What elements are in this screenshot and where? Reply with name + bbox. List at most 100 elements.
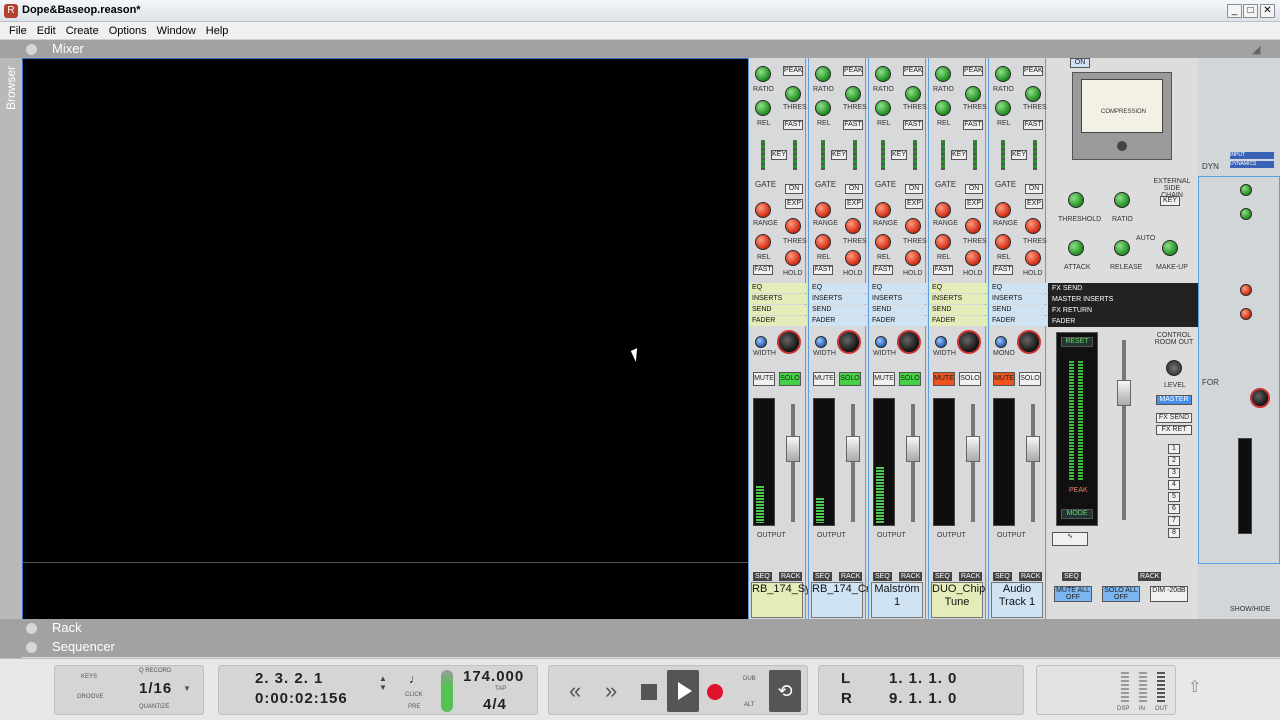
range-knob[interactable] [875,202,891,218]
hold-knob[interactable] [1025,250,1041,266]
channel-fader-track[interactable] [786,404,800,522]
fx-send-header[interactable]: FX SEND [1048,283,1198,294]
pan-knob[interactable] [1017,330,1041,354]
output-select[interactable]: OUTPUT [997,532,1026,539]
gate-threshold-knob[interactable] [845,218,861,234]
time-signature[interactable]: 4/4 [483,696,507,713]
gate-release-knob[interactable] [755,234,771,250]
maximize-button[interactable]: □ [1243,4,1258,18]
right-locator-value[interactable]: 9. 1. 1. 0 [889,690,957,707]
eq-section-header[interactable]: EQ [809,283,867,293]
hold-knob[interactable] [845,250,861,266]
output-select[interactable]: OUTPUT [817,532,846,539]
gate-release-knob[interactable] [815,234,831,250]
browser-side-tab[interactable]: Browser [0,58,22,620]
width-knob[interactable] [815,336,827,348]
channel-fader-track[interactable] [1026,404,1040,522]
mute-button[interactable]: MUTE [813,372,835,386]
gate-on-button[interactable]: ON [785,184,803,194]
solo-button[interactable]: SOLO [1019,372,1041,386]
attack-knob[interactable] [1068,240,1084,256]
comp-key-button[interactable]: KEY [891,150,907,160]
gate-threshold-knob[interactable] [1025,218,1041,234]
solo-button[interactable]: SOLO [959,372,981,386]
comp-peak-button[interactable]: PEAK [903,66,923,76]
keys-button[interactable]: KEYS [81,674,97,680]
gate-exp-button[interactable]: EXP [845,199,863,209]
dyn-knob-icon[interactable] [1240,208,1252,220]
menu-options[interactable]: Options [104,22,152,40]
channel-name-label[interactable]: RB_174_Syncbeat05 [751,582,856,618]
dyn-knob-icon[interactable] [1240,184,1252,196]
rewind-button[interactable]: « [569,678,581,704]
inserts-section-header[interactable]: INSERTS [869,294,927,304]
left-locator-value[interactable]: 1. 1. 1. 0 [889,670,957,687]
channel-name-label[interactable]: RB_174_Crushedloba [811,582,920,618]
channel-fader-track[interactable] [966,404,980,522]
comp-peak-button[interactable]: PEAK [963,66,983,76]
gate-exp-button[interactable]: EXP [785,199,803,209]
play-button[interactable] [667,670,699,712]
chevron-down-icon[interactable]: ▼ [183,684,191,693]
fast-forward-button[interactable]: » [605,678,617,704]
range-knob[interactable] [755,202,771,218]
send-section-header[interactable]: SEND [929,305,987,315]
inserts-section-header[interactable]: INSERTS [749,294,807,304]
comp-knob[interactable] [815,66,831,82]
bus-number-button[interactable]: 7 [1168,516,1180,526]
eq-section-header[interactable]: EQ [749,283,807,293]
comp-key-button[interactable]: KEY [831,150,847,160]
menu-edit[interactable]: Edit [32,22,61,40]
range-knob[interactable] [815,202,831,218]
pan-knob[interactable] [837,330,861,354]
ratio-knob[interactable] [1114,192,1130,208]
comp-key-button[interactable]: KEY [771,150,787,160]
comp-fast-button[interactable]: FAST [903,120,923,130]
pan-knob[interactable] [897,330,921,354]
gate-fast-button[interactable]: FAST [873,265,893,275]
ratio-knob[interactable] [965,86,981,102]
comp-knob[interactable] [755,66,771,82]
gate-fast-button[interactable]: FAST [753,265,773,275]
dyn-knob-icon[interactable] [1240,308,1252,320]
groove-button[interactable]: GROOVE [77,694,103,700]
master-fader-handle[interactable] [1117,380,1131,406]
bus-number-button[interactable]: 1 [1168,444,1180,454]
channel-fader-track[interactable] [906,404,920,522]
close-button[interactable]: ✕ [1260,4,1275,18]
gate-release-knob[interactable] [935,234,951,250]
eq-section-header[interactable]: EQ [989,283,1047,293]
pre-button[interactable]: PRE [408,704,420,710]
fader-section-header[interactable]: FADER [869,316,927,326]
inserts-section-header[interactable]: INSERTS [929,294,987,304]
mute-button[interactable]: MUTE [873,372,895,386]
sequencer-area-header[interactable]: Sequencer [22,638,1280,657]
channel-name-label[interactable]: Audio Track 1 [991,582,1043,618]
ratio-knob[interactable] [905,86,921,102]
click-button[interactable]: CLICK [405,692,423,698]
release-knob[interactable] [875,100,891,116]
reason-app-icon[interactable]: R [4,4,18,18]
channel-name-label[interactable]: DUO_Chip Tune [931,582,985,618]
gate-threshold-knob[interactable] [785,218,801,234]
bus-number-button[interactable]: 2 [1168,456,1180,466]
range-knob[interactable] [935,202,951,218]
channel-fader-handle[interactable] [966,436,980,462]
menu-window[interactable]: Window [152,22,201,40]
bus-number-button[interactable]: 5 [1168,492,1180,502]
gate-release-knob[interactable] [875,234,891,250]
bus-number-button[interactable]: 3 [1168,468,1180,478]
comp-fast-button[interactable]: FAST [843,120,863,130]
master-route-button[interactable]: MASTER [1156,395,1192,405]
position-stepper-icon[interactable]: ▲ ▼ [379,674,387,692]
dyn-pan-knob[interactable] [1250,388,1270,408]
upload-icon[interactable]: ⇧ [1188,677,1201,697]
width-knob[interactable] [755,336,767,348]
dynamics-section-bar[interactable]: DYNAMICS [1230,161,1274,168]
gate-release-knob[interactable] [995,234,1011,250]
threshold-knob[interactable] [1068,192,1084,208]
release-knob[interactable] [755,100,771,116]
loop-toggle-button[interactable]: ⟲ [769,670,801,712]
gate-fast-button[interactable]: FAST [993,265,1013,275]
dub-button[interactable]: DUB [743,676,756,682]
